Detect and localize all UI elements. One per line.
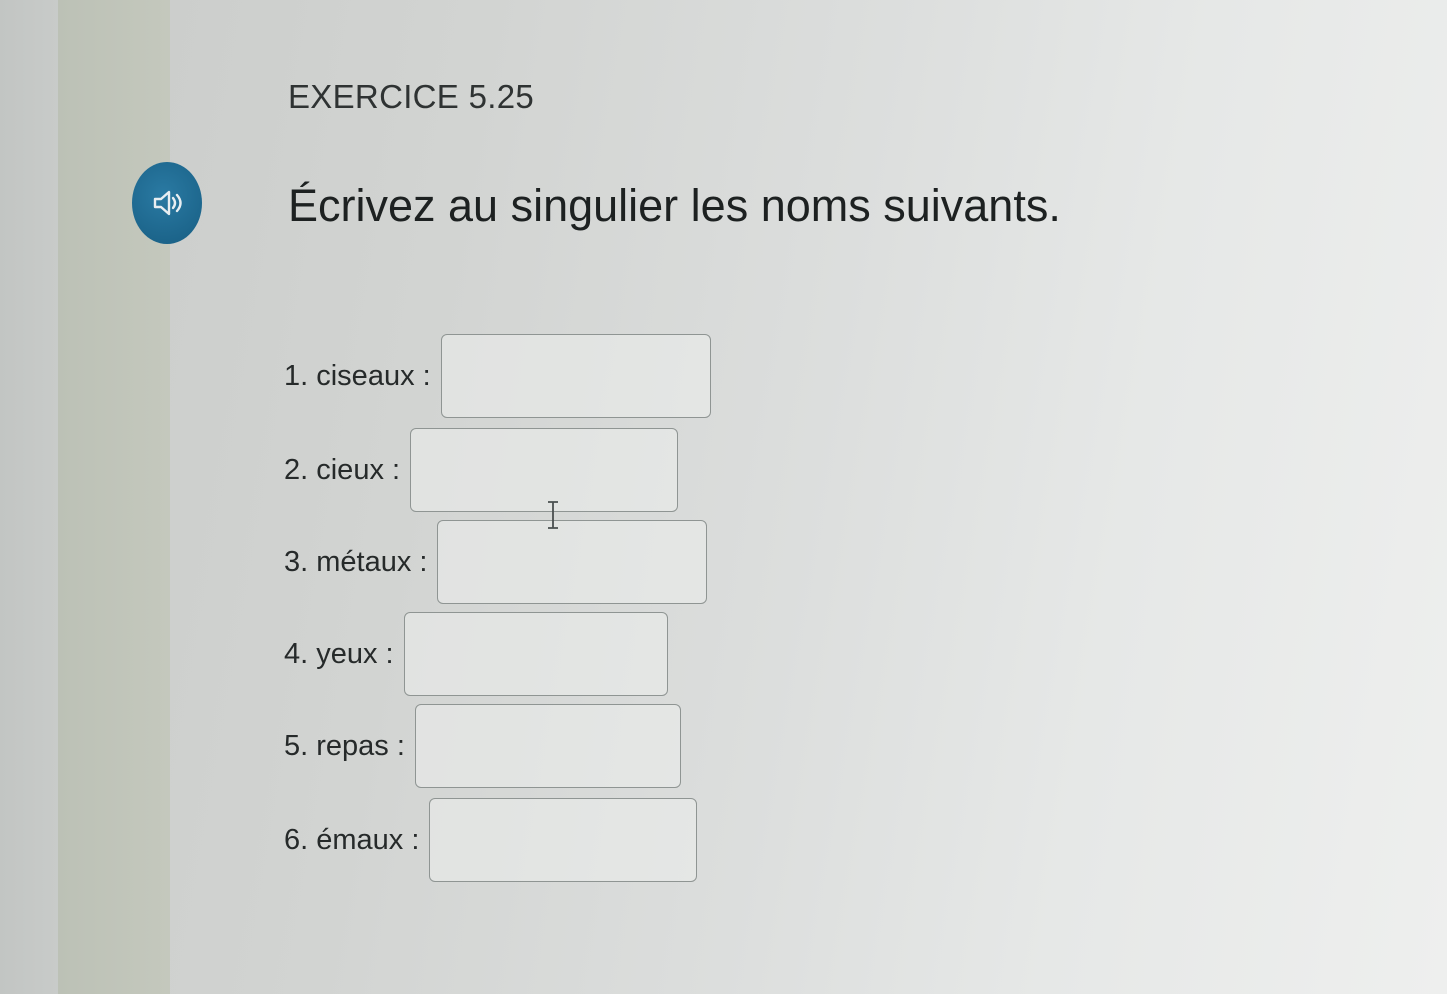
audio-button[interactable] [132,162,202,244]
question-6: 6. émaux : [284,798,698,882]
question-5: 5. repas : [284,704,681,788]
instruction-text: Écrivez au singulier les noms suivants. [288,180,1061,231]
exercise-title: EXERCICE 5.25 [288,78,535,115]
answer-input-4[interactable] [403,612,668,696]
question-label: 1. ciseaux : [284,359,431,392]
question-label: 2. cieux : [284,453,401,486]
speaker-icon [153,190,182,216]
question-label: 4. yeux : [284,637,394,670]
question-3: 3. métaux : [284,520,708,604]
left-margin [0,0,58,994]
question-label: 5. repas : [284,729,405,762]
answer-input-1[interactable] [440,334,711,418]
text-cursor-icon [548,501,558,529]
answer-input-2[interactable] [410,428,679,512]
answer-input-5[interactable] [414,704,681,788]
exercise-panel: EXERCICE 5.25 Écrivez au singulier les n… [132,0,1447,994]
question-2: 2. cieux : [284,428,679,512]
question-4: 4. yeux : [284,612,668,696]
answer-input-6[interactable] [429,798,698,882]
question-1: 1. ciseaux : [284,334,711,418]
answer-input-3[interactable] [437,520,708,604]
question-label: 6. émaux : [284,823,420,856]
sidebar [58,0,170,994]
question-label: 3. métaux : [284,545,428,578]
